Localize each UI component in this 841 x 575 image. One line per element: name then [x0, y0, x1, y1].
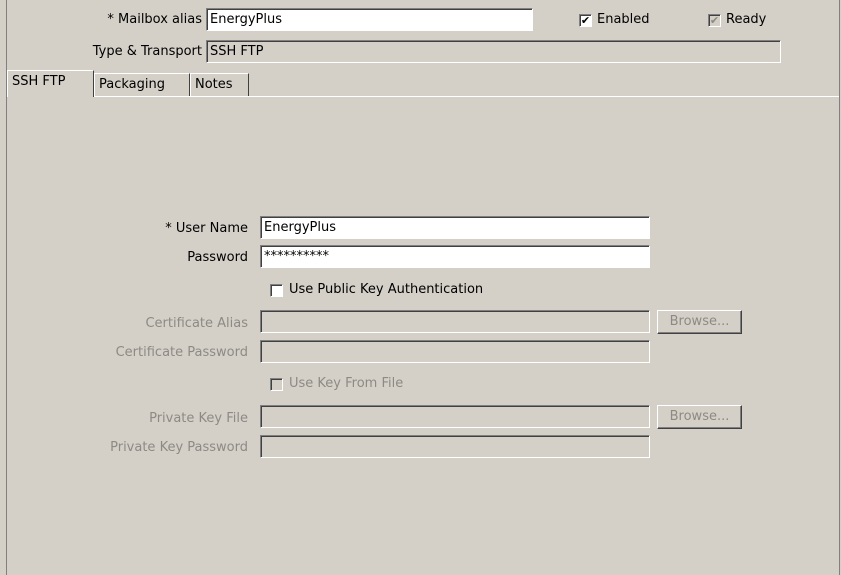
- tab-ssh-ftp[interactable]: SSH FTP: [7, 70, 94, 97]
- use-key-from-file-checkbox: [270, 378, 283, 391]
- private-key-file-input: [260, 405, 650, 428]
- check-icon: ✔: [709, 14, 720, 27]
- panel-right-border: [839, 0, 840, 575]
- tab-packaging[interactable]: Packaging: [94, 73, 190, 96]
- certificate-browse-button: Browse...: [657, 310, 742, 334]
- use-public-key-checkbox[interactable]: [270, 284, 283, 297]
- check-icon: ✔: [580, 14, 591, 27]
- use-key-from-file-label: Use Key From File: [289, 376, 404, 391]
- enabled-checkbox[interactable]: ✔: [579, 14, 592, 27]
- type-transport-label: Type & Transport: [92, 44, 202, 59]
- enabled-label: Enabled: [597, 12, 650, 27]
- user-name-input[interactable]: EnergyPlus: [260, 216, 650, 239]
- password-input[interactable]: **********: [260, 245, 650, 268]
- type-transport-field: SSH FTP: [206, 40, 781, 63]
- password-label: Password: [187, 250, 248, 265]
- mailbox-alias-input[interactable]: EnergyPlus: [206, 8, 533, 31]
- tab-panel-top-border: [7, 96, 839, 97]
- private-key-browse-button: Browse...: [657, 405, 742, 429]
- certificate-alias-input: [260, 310, 650, 333]
- private-key-password-input: [260, 435, 650, 458]
- mailbox-alias-label: * Mailbox alias: [107, 12, 202, 27]
- user-name-label: * User Name: [165, 221, 248, 236]
- certificate-password-input: [260, 340, 650, 363]
- use-public-key-label: Use Public Key Authentication: [289, 282, 484, 297]
- ready-checkbox: ✔: [708, 14, 721, 27]
- ready-label: Ready: [726, 12, 767, 27]
- certificate-password-label: Certificate Password: [115, 345, 248, 360]
- private-key-file-label: Private Key File: [149, 411, 248, 426]
- tab-notes[interactable]: Notes: [190, 73, 249, 96]
- private-key-password-label: Private Key Password: [110, 440, 248, 455]
- certificate-alias-label: Certificate Alias: [145, 316, 248, 331]
